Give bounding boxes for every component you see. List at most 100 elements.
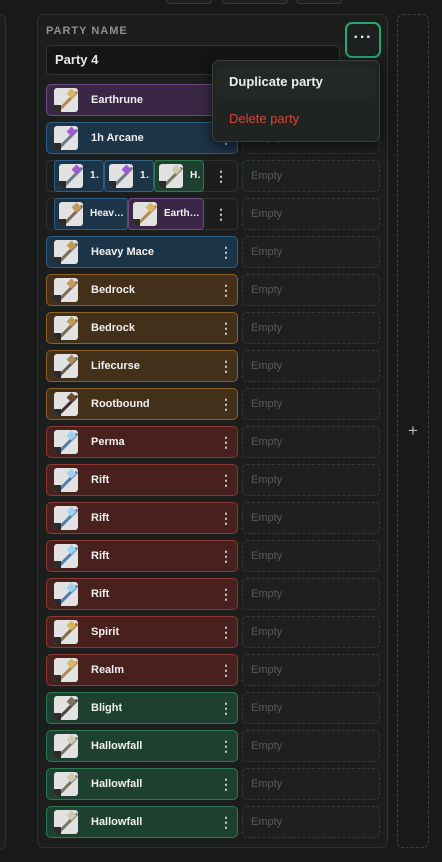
empty-slot[interactable]: Empty [242, 540, 380, 572]
mace-icon [54, 278, 78, 302]
weapon-chip[interactable]: 1h Arcane [54, 160, 104, 192]
weapon-slot[interactable]: Realm ⋮ [46, 654, 238, 686]
hammer-icon [133, 202, 157, 226]
empty-slot[interactable]: Empty [242, 388, 380, 420]
slot-row: Rift ⋮ Empty [46, 502, 380, 534]
kebab-menu-icon[interactable]: ⋮ [219, 579, 233, 609]
kebab-menu-icon[interactable]: ⋮ [219, 693, 233, 723]
frost-staff-icon [54, 506, 78, 530]
kebab-menu-icon[interactable]: ⋮ [214, 160, 228, 192]
party-menu-button[interactable]: ··· [345, 22, 381, 58]
slot-row: Hallowfall ⋮ Empty [46, 806, 380, 838]
empty-slot[interactable]: Empty [242, 502, 380, 534]
weapon-name: 1h Arcane [140, 170, 150, 181]
weapon-name: Hallowfall [91, 778, 143, 790]
slot-row: Hallowfall ⋮ Empty [46, 768, 380, 800]
weapon-slot[interactable]: Rift ⋮ [46, 502, 238, 534]
kebab-menu-icon[interactable]: ⋮ [219, 389, 233, 419]
empty-slot[interactable]: Empty [242, 692, 380, 724]
weapon-name: 1h Arcane [91, 132, 144, 144]
kebab-menu-icon[interactable]: ⋮ [219, 503, 233, 533]
add-icon: + [408, 421, 418, 440]
weapon-name: Earthrune [91, 94, 143, 106]
empty-slot[interactable]: Empty [242, 312, 380, 344]
weapon-slot[interactable]: Perma ⋮ [46, 426, 238, 458]
weapon-slot[interactable]: Rift ⋮ [46, 540, 238, 572]
weapon-name: 1h Arcane [90, 170, 100, 181]
slot-row: Rift ⋮ Empty [46, 540, 380, 572]
kebab-menu-icon[interactable]: ⋮ [219, 313, 233, 343]
weapon-slot[interactable]: Rift ⋮ [46, 464, 238, 496]
weapon-name: Earthrune [164, 208, 200, 219]
empty-slot[interactable]: Empty [242, 768, 380, 800]
empty-slot[interactable]: Empty [242, 654, 380, 686]
weapon-slot[interactable]: Earthrune⋮ [46, 84, 238, 116]
holy-staff-icon [54, 734, 78, 758]
kebab-menu-icon[interactable]: ⋮ [219, 769, 233, 799]
weapon-name: Bedrock [91, 322, 136, 334]
weapon-slot[interactable]: Bedrock ⋮ [46, 274, 238, 306]
weapon-slot[interactable]: Hallowfall ⋮ [46, 768, 238, 800]
empty-slot[interactable]: Empty [242, 730, 380, 762]
weapon-chip[interactable]: Earthrune [128, 198, 204, 230]
curse-staff-icon [54, 354, 78, 378]
kebab-menu-icon[interactable]: ⋮ [219, 541, 233, 571]
duplicate-party-item[interactable]: Duplicate party [216, 66, 376, 98]
slot-row: Lifecurse ⋮ Empty [46, 350, 380, 382]
weapon-slot[interactable]: Hallowfall ⋮ [46, 806, 238, 838]
weapon-name: Hallowfall [91, 740, 143, 752]
kebab-menu-icon[interactable]: ⋮ [219, 275, 233, 305]
toolbar-button[interactable] [166, 0, 212, 4]
arcane-staff-icon [59, 164, 83, 188]
party-name-label: PARTY NAME [46, 25, 128, 37]
empty-slot[interactable]: Empty [242, 236, 380, 268]
empty-slot[interactable]: Empty [242, 616, 380, 648]
kebab-menu-icon[interactable]: ⋮ [219, 351, 233, 381]
previous-party-panel [0, 14, 6, 850]
weapon-slot[interactable]: Bedrock ⋮ [46, 312, 238, 344]
toolbar-button[interactable] [222, 0, 288, 4]
empty-slot[interactable]: Empty [242, 198, 380, 230]
weapon-chip[interactable]: 1h Arcane [104, 160, 154, 192]
weapon-slot[interactable]: Lifecurse ⋮ [46, 350, 238, 382]
empty-slot[interactable]: Empty [242, 806, 380, 838]
weapon-chip[interactable]: Hallowfall [154, 160, 204, 192]
empty-slot[interactable]: Empty [242, 426, 380, 458]
holy-staff-icon [54, 810, 78, 834]
weapon-slot[interactable]: Heavy Mace ⋮ [46, 236, 238, 268]
weapon-slot[interactable]: Rootbound ⋮ [46, 388, 238, 420]
slot-row: Spirit ⋮ Empty [46, 616, 380, 648]
weapon-chip[interactable]: Heavy Mace [54, 198, 128, 230]
weapon-slot[interactable]: 1h Arcane⋮ [46, 122, 238, 154]
slot-row: Rift ⋮ Empty [46, 578, 380, 610]
toolbar-button[interactable] [296, 0, 342, 4]
empty-slot[interactable]: Empty [242, 578, 380, 610]
empty-slot[interactable]: Empty [242, 274, 380, 306]
kebab-menu-icon[interactable]: ⋮ [219, 617, 233, 647]
weapon-slot[interactable]: Spirit ⋮ [46, 616, 238, 648]
weapon-slot[interactable]: Blight ⋮ [46, 692, 238, 724]
weapon-name: Lifecurse [91, 360, 140, 372]
kebab-menu-icon[interactable]: ⋮ [219, 807, 233, 837]
weapon-slot[interactable]: Hallowfall ⋮ [46, 730, 238, 762]
weapon-slot[interactable]: Rift ⋮ [46, 578, 238, 610]
kebab-menu-icon[interactable]: ⋮ [219, 465, 233, 495]
delete-party-item[interactable]: Delete party [216, 103, 376, 135]
frost-staff-icon [54, 544, 78, 568]
holy-staff-icon [159, 164, 183, 188]
kebab-menu-icon[interactable]: ⋮ [219, 427, 233, 457]
mace-icon [59, 202, 83, 226]
kebab-menu-icon[interactable]: ⋮ [219, 731, 233, 761]
weapon-name: Heavy Mace [90, 208, 124, 219]
kebab-menu-icon[interactable]: ⋮ [214, 198, 228, 230]
empty-slot[interactable]: Empty [242, 160, 380, 192]
weapon-name: Realm [91, 664, 125, 676]
empty-slot[interactable]: Empty [242, 350, 380, 382]
empty-slot[interactable]: Empty [242, 464, 380, 496]
hammer-icon [54, 88, 78, 112]
mace-icon [54, 240, 78, 264]
kebab-menu-icon[interactable]: ⋮ [219, 237, 233, 267]
frost-staff-icon [54, 430, 78, 454]
kebab-menu-icon[interactable]: ⋮ [219, 655, 233, 685]
add-party-column[interactable]: + [397, 14, 429, 848]
